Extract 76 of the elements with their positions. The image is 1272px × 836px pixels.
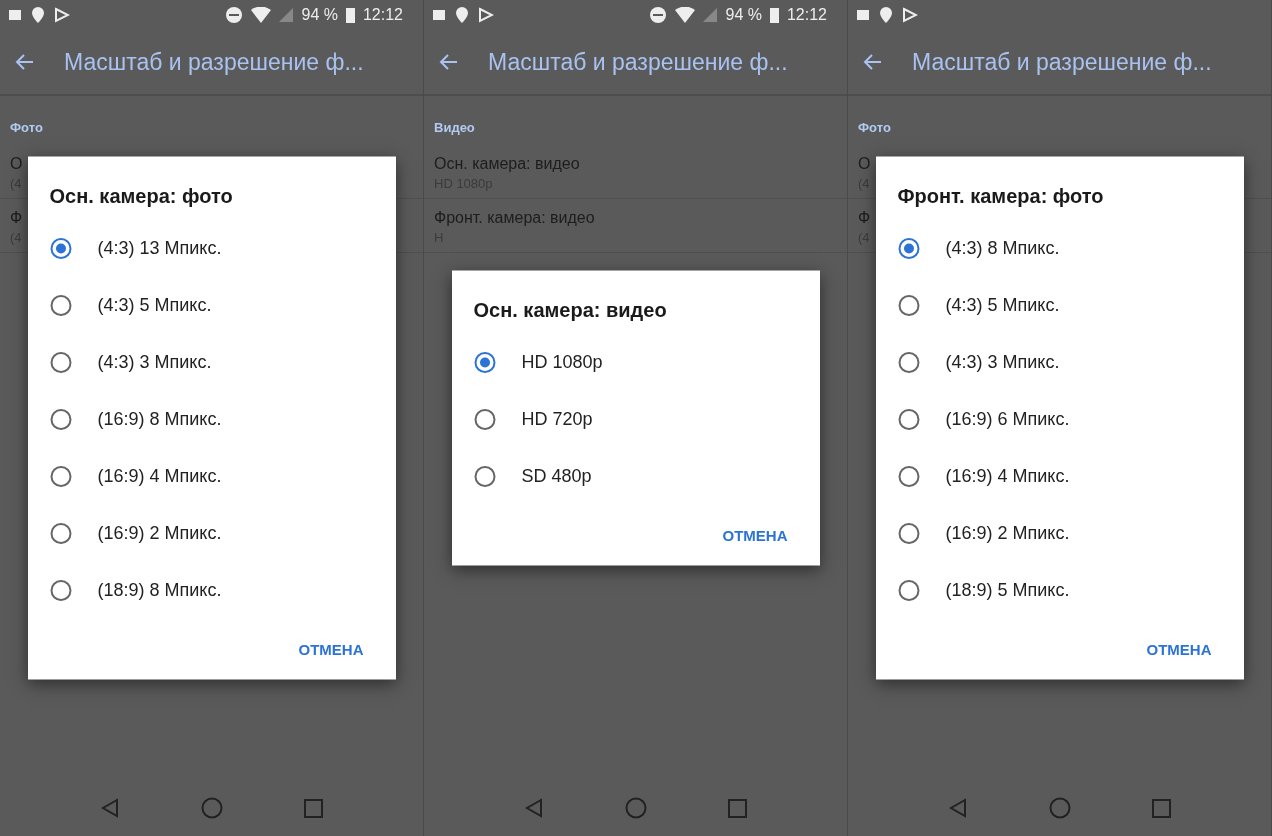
back-icon[interactable] — [100, 798, 121, 818]
option-label[interactable]: (18:9) 5 Мпикс. — [945, 579, 1070, 601]
recents-icon[interactable] — [1151, 798, 1171, 818]
radio-button[interactable] — [473, 408, 496, 430]
home-icon[interactable] — [1049, 797, 1071, 819]
radio-button[interactable] — [897, 408, 920, 430]
option-label[interactable]: (4:3) 3 Мпикс. — [97, 351, 212, 373]
option-label[interactable]: (16:9) 4 Мпикс. — [97, 465, 222, 487]
location-icon — [880, 7, 892, 23]
battery-percent: 94 % — [301, 6, 338, 24]
image-icon — [432, 8, 446, 22]
wifi-icon — [251, 7, 272, 23]
battery-icon — [345, 7, 355, 23]
radio-button[interactable] — [897, 237, 920, 259]
home-icon[interactable] — [201, 797, 223, 819]
radio-button[interactable] — [897, 522, 920, 544]
wifi-icon — [675, 7, 696, 23]
signal-icon — [703, 8, 718, 22]
back-arrow-icon[interactable] — [438, 53, 458, 71]
radio-button[interactable] — [49, 522, 72, 544]
option-label[interactable]: (4:3) 5 Мпикс. — [97, 294, 212, 316]
back-icon[interactable] — [524, 798, 545, 818]
screen-title: Масштаб и разрешение ф... — [488, 48, 788, 76]
radio-button[interactable] — [49, 351, 72, 373]
cancel-button[interactable]: ОТМЕНА — [294, 636, 368, 662]
option-label[interactable]: SD 480p — [521, 465, 592, 487]
option-label[interactable]: HD 1080p — [521, 351, 603, 373]
option-label[interactable]: (16:9) 2 Мпикс. — [945, 522, 1070, 544]
back-arrow-icon[interactable] — [862, 53, 882, 71]
option-label[interactable]: (4:3) 5 Мпикс. — [945, 294, 1060, 316]
section-label: Видео — [433, 119, 476, 137]
radio-button[interactable] — [897, 351, 920, 373]
dialog-title: Осн. камера: видео — [472, 298, 668, 323]
radio-button[interactable] — [897, 294, 920, 316]
radio-button[interactable] — [897, 579, 920, 601]
option-label[interactable]: (4:3) 13 Мпикс. — [97, 237, 222, 259]
option-label[interactable]: HD 720p — [521, 408, 593, 430]
option-label[interactable]: (16:9) 6 Мпикс. — [945, 408, 1070, 430]
image-icon — [8, 8, 22, 22]
option-label[interactable]: (16:9) 4 Мпикс. — [945, 465, 1070, 487]
do-not-disturb-icon — [225, 6, 244, 24]
radio-button[interactable] — [49, 579, 72, 601]
option-label[interactable]: (4:3) 8 Мпикс. — [945, 237, 1060, 259]
dialog-title: Фронт. камера: фото — [896, 184, 1105, 209]
clock-time: 12:12 — [362, 6, 403, 24]
battery-percent: 94 % — [725, 6, 762, 24]
cancel-button[interactable]: ОТМЕНА — [1142, 636, 1216, 662]
radio-button[interactable] — [473, 351, 496, 373]
radio-button[interactable] — [49, 237, 72, 259]
signal-icon — [279, 8, 294, 22]
option-label[interactable]: (16:9) 2 Мпикс. — [97, 522, 222, 544]
do-not-disturb-icon — [649, 6, 668, 24]
section-label: Фото — [857, 119, 892, 137]
battery-icon — [769, 7, 779, 23]
clock-time: 12:12 — [786, 6, 827, 24]
radio-button[interactable] — [49, 294, 72, 316]
back-icon[interactable] — [948, 798, 969, 818]
screen-title: Масштаб и разрешение ф... — [912, 48, 1212, 76]
screen-title: Масштаб и разрешение ф... — [64, 48, 364, 76]
section-label: Фото — [9, 119, 44, 137]
location-icon — [32, 7, 44, 23]
recents-icon[interactable] — [727, 798, 747, 818]
location-icon — [456, 7, 468, 23]
radio-button[interactable] — [49, 465, 72, 487]
recents-icon[interactable] — [303, 798, 323, 818]
radio-button[interactable] — [473, 465, 496, 487]
option-label[interactable]: (16:9) 8 Мпикс. — [97, 408, 222, 430]
option-label[interactable]: (4:3) 3 Мпикс. — [945, 351, 1060, 373]
radio-button[interactable] — [49, 408, 72, 430]
cancel-button[interactable]: ОТМЕНА — [718, 522, 792, 548]
back-arrow-icon[interactable] — [14, 53, 34, 71]
radio-button[interactable] — [897, 465, 920, 487]
home-icon[interactable] — [625, 797, 647, 819]
image-icon — [856, 8, 870, 22]
option-label[interactable]: (18:9) 8 Мпикс. — [97, 579, 222, 601]
dialog-title: Осн. камера: фото — [48, 184, 234, 209]
